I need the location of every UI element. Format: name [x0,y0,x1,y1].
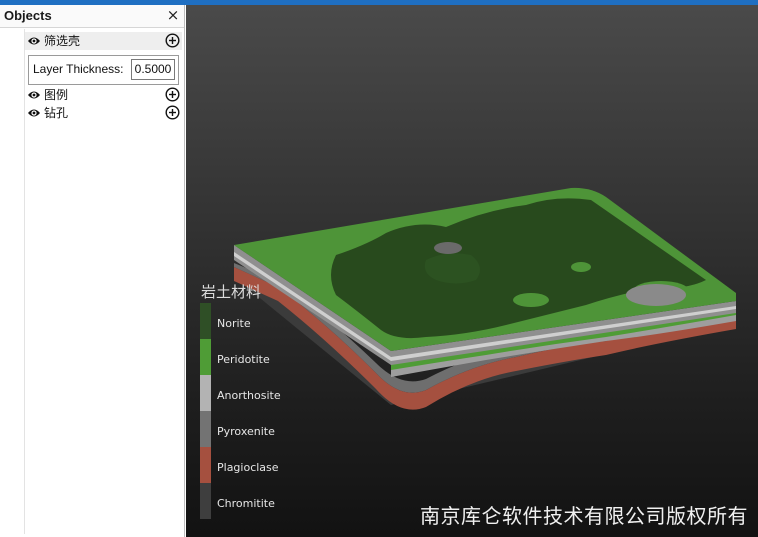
tree-item-label: 图例 [44,88,69,102]
legend-title: 岩土材料 [201,283,262,301]
legend-label-chromitite: Chromitite [217,497,275,510]
tree-item-label: 钻孔 [44,106,69,120]
legend-swatch-chromitite [200,483,211,519]
tree-item-filter-shell[interactable]: 筛选壳 [25,32,182,50]
eye-icon[interactable] [27,35,41,47]
layer-thickness-property: Layer Thickness: 0.5000 [28,55,179,85]
close-icon[interactable]: × [165,6,181,24]
add-icon[interactable] [165,87,180,102]
tree-item-boreholes[interactable]: 钻孔 [25,104,182,122]
eye-icon[interactable] [27,89,41,101]
copyright-watermark: 南京库仑软件技术有限公司版权所有 [420,504,748,528]
top-green-spot-2 [571,262,591,272]
add-icon[interactable] [165,105,180,120]
legend-swatch-peridotite [200,339,211,375]
top-anorthosite-patch [626,284,686,306]
legend-label-pyroxenite: Pyroxenite [217,425,275,438]
top-green-spot [513,293,549,307]
objects-panel: Objects × 筛选壳 Layer Thickness: 0.5000 图例 [0,5,185,537]
legend-label-peridotite: Peridotite [217,353,270,366]
legend-label-plagioclase: Plagioclase [217,461,279,474]
geological-model[interactable] [186,5,758,537]
layer-thickness-input[interactable]: 0.5000 [131,59,175,80]
tree-item-legend[interactable]: 图例 [25,86,182,104]
legend-label-anorthosite: Anorthosite [217,389,281,402]
legend-label-norite: Norite [217,317,251,330]
layer-thickness-label: Layer Thickness: [33,62,124,76]
add-icon[interactable] [165,33,180,48]
legend-swatch-pyroxenite [200,411,211,447]
legend-swatch-anorthosite [200,375,211,411]
eye-icon[interactable] [27,107,41,119]
3d-viewport[interactable]: 岩土材料 Norite Peridotite Anorthosite Pyrox… [186,5,758,537]
panel-title: Objects [4,8,52,23]
panel-header: Objects × [0,5,184,28]
legend-swatch-plagioclase [200,447,211,483]
tree-item-label: 筛选壳 [44,34,81,48]
top-small-patch [434,242,462,254]
legend-swatch-norite [200,303,211,339]
